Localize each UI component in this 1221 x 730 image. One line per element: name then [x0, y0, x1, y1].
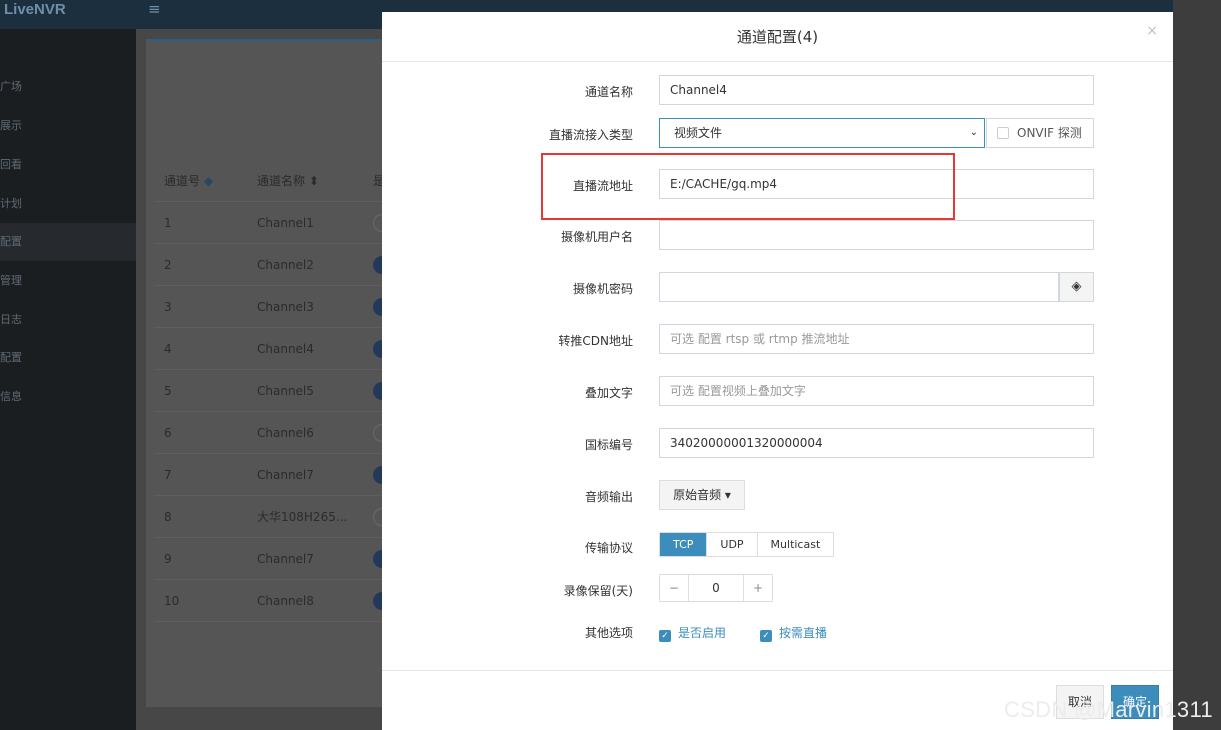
enabled-checkbox[interactable]: ✓ 是否启用 — [659, 624, 726, 642]
label-cdn-url: 转推CDN地址 — [558, 334, 633, 348]
channel-name-cell: Channel2 — [257, 258, 314, 272]
label-other-options: 其他选项 — [584, 626, 633, 640]
channel-no-cell: 9 — [164, 552, 172, 566]
channel-no-cell: 6 — [164, 426, 172, 440]
chevron-down-icon: ⌄ — [969, 127, 978, 138]
sidebar-item-channel-config[interactable]: 配置 — [0, 223, 136, 261]
channel-name-cell: Channel5 — [257, 384, 314, 398]
channel-name-cell: Channel7 — [257, 468, 314, 482]
app-logo: LiveNVR — [4, 1, 66, 18]
channel-no-cell: 2 — [164, 258, 172, 272]
watermark: CSDN @Marvin1311 — [1004, 697, 1213, 722]
label-camera-password: 摄像机密码 — [572, 282, 633, 296]
header-channel-name[interactable]: 通道名称 ⬍ — [257, 160, 357, 202]
label-stream-type: 直播流接入类型 — [548, 128, 633, 142]
channel-name-cell: Channel7 — [257, 552, 314, 566]
channel-name-cell: Channel8 — [257, 594, 314, 608]
on-demand-checkbox[interactable]: ✓ 按需直播 — [760, 624, 827, 642]
channel-no-cell: 7 — [164, 468, 172, 482]
channel-name-cell: 大华108H265... — [257, 510, 348, 524]
channel-name-cell: Channel1 — [257, 216, 314, 230]
cdn-url-input[interactable] — [659, 324, 1094, 354]
gb-code-input[interactable] — [659, 428, 1094, 458]
check-icon: ✓ — [760, 630, 772, 642]
sidebar-item-plaza[interactable]: 广场 — [0, 68, 136, 106]
camera-user-input[interactable] — [659, 220, 1094, 250]
label-transport: 传输协议 — [584, 541, 633, 555]
decrement-button[interactable]: − — [660, 575, 688, 601]
sort-icon: ◆ — [203, 174, 214, 188]
onvif-probe-checkbox[interactable]: ONVIF 探测 — [986, 118, 1094, 148]
close-icon[interactable]: × — [1146, 23, 1158, 39]
menu-toggle-icon[interactable]: ≡ — [148, 0, 161, 18]
channel-name-input[interactable] — [659, 75, 1094, 105]
modal-footer — [382, 670, 1173, 671]
sort-icon: ⬍ — [308, 174, 319, 188]
record-days-stepper: − 0 + — [659, 574, 773, 602]
onvif-label: ONVIF 探测 — [1017, 126, 1082, 140]
overlay-text-input[interactable] — [659, 376, 1094, 406]
sidebar-item-manage[interactable]: 管理 — [0, 262, 136, 300]
sidebar-item-info[interactable]: 信息 — [0, 378, 136, 416]
checkbox-icon — [997, 127, 1009, 139]
modal-header: 通道配置(4) × — [382, 12, 1173, 62]
label-audio-output: 音频输出 — [584, 490, 633, 504]
modal-title: 通道配置(4) — [736, 28, 819, 46]
label-channel-name: 通道名称 — [584, 85, 633, 99]
increment-button[interactable]: + — [744, 575, 772, 601]
transport-protocol-group: TCP UDP Multicast — [659, 532, 835, 557]
audio-output-dropdown[interactable]: 原始音频 ▾ — [659, 480, 745, 510]
transport-tcp-button[interactable]: TCP — [660, 533, 708, 556]
eye-toggle-icon[interactable]: ◈ — [1059, 272, 1094, 302]
right-edge — [1173, 0, 1221, 730]
app-root: LiveNVR ≡ 广场 展示 回看 计划 配置 管理 日志 配置 信息 通道号… — [0, 0, 1221, 730]
channel-no-cell: 10 — [164, 594, 180, 608]
channel-name-cell: Channel3 — [257, 300, 314, 314]
sidebar-item-plan[interactable]: 计划 — [0, 185, 136, 223]
label-overlay-text: 叠加文字 — [584, 386, 633, 400]
transport-udp-button[interactable]: UDP — [707, 533, 758, 556]
channel-no-cell: 3 — [164, 300, 172, 314]
channel-no-cell: 5 — [164, 384, 172, 398]
label-record-days: 录像保留(天) — [563, 584, 633, 598]
channel-name-cell: Channel6 — [257, 426, 314, 440]
label-gb-code: 国标编号 — [584, 438, 633, 452]
record-days-value[interactable]: 0 — [688, 575, 744, 601]
sidebar-item-log[interactable]: 日志 — [0, 301, 136, 339]
stream-type-select[interactable]: 视频文件 ⌄ — [659, 118, 985, 148]
header-channel-no[interactable]: 通道号 ◆ — [164, 160, 213, 202]
label-camera-user: 摄像机用户名 — [560, 230, 633, 244]
transport-multicast-button[interactable]: Multicast — [758, 533, 834, 556]
sidebar-item-display[interactable]: 展示 — [0, 107, 136, 145]
sidebar-item-system-config[interactable]: 配置 — [0, 339, 136, 377]
channel-config-modal: 通道配置(4) × 通道名称 直播流接入类型 视频文件 ⌄ ONVIF 探测 直… — [382, 12, 1173, 730]
stream-type-value: 视频文件 — [674, 126, 723, 140]
check-icon: ✓ — [659, 630, 671, 642]
channel-no-cell: 8 — [164, 510, 172, 524]
sidebar: 广场 展示 回看 计划 配置 管理 日志 配置 信息 — [0, 29, 136, 730]
sidebar-item-playback[interactable]: 回看 — [0, 146, 136, 184]
channel-name-cell: Channel4 — [257, 342, 314, 356]
camera-password-input[interactable] — [659, 272, 1059, 302]
channel-no-cell: 4 — [164, 342, 172, 356]
highlight-box — [541, 153, 955, 220]
channel-no-cell: 1 — [164, 216, 172, 230]
